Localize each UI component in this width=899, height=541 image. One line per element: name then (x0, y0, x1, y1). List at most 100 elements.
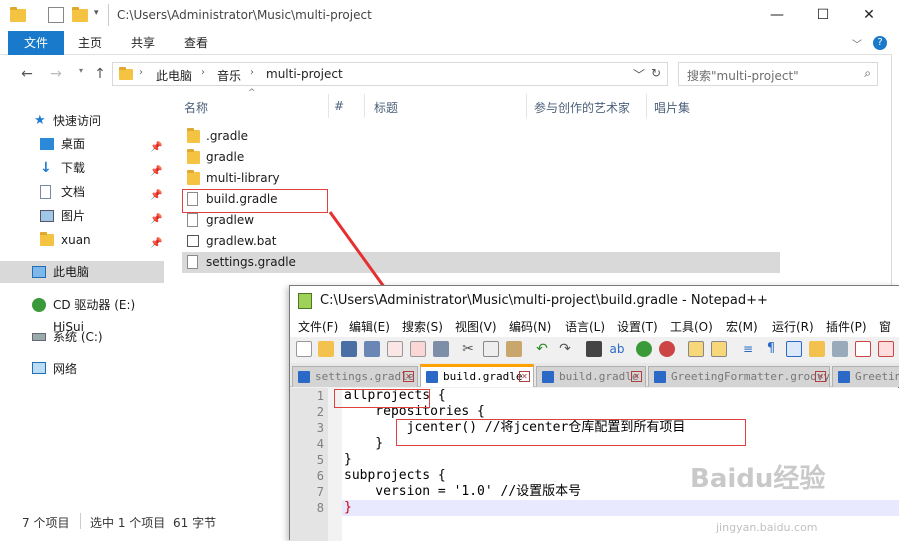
pin-icon[interactable]: 📌 (150, 137, 162, 159)
column-album[interactable]: 唱片集 (654, 99, 690, 116)
close-all-icon[interactable] (410, 341, 426, 357)
forward-arrow-icon[interactable]: → (47, 66, 65, 84)
close-icon[interactable]: ✕ (846, 0, 892, 31)
menu-view[interactable]: 视图(V) (455, 318, 497, 335)
column-divider[interactable] (526, 94, 527, 118)
nav-pictures[interactable]: 图片 📌 (0, 205, 164, 227)
new-file-icon[interactable] (296, 341, 312, 357)
undo-icon[interactable]: ↶ (534, 341, 550, 357)
tab-build-gradle-active[interactable]: build.gradle ✕ (420, 364, 534, 387)
sync-horizontal-icon[interactable] (711, 341, 727, 357)
recent-dropdown-icon[interactable]: ▾ (72, 66, 90, 84)
copy-icon[interactable] (483, 341, 499, 357)
address-dropdown-icon[interactable]: ﹀ (633, 66, 645, 83)
nav-network[interactable]: 网络 (0, 358, 164, 380)
close-tab-icon[interactable]: ✕ (519, 371, 530, 382)
maximize-icon[interactable]: ☐ (800, 0, 846, 31)
column-divider[interactable] (646, 94, 647, 118)
column-title[interactable]: 标题 (374, 99, 398, 116)
menu-plugins[interactable]: 插件(P) (826, 318, 867, 335)
tab-settings-gradle[interactable]: settings.gradle ✕ (292, 366, 418, 387)
column-number[interactable]: # (334, 99, 344, 113)
find-icon[interactable] (586, 341, 602, 357)
nav-xuan[interactable]: xuan 📌 (0, 229, 164, 251)
indent-guide-icon[interactable] (786, 341, 802, 357)
menu-run[interactable]: 运行(R) (772, 318, 814, 335)
zoom-in-icon[interactable] (636, 341, 652, 357)
nav-downloads[interactable]: ↓ 下载 📌 (0, 157, 164, 179)
tab-build-gradle[interactable]: build.gradle ✕ (536, 366, 646, 387)
nav-cd-drive[interactable]: CD 驱动器 (E:) HiSui (0, 294, 164, 334)
paste-icon[interactable] (506, 341, 522, 357)
column-divider[interactable] (364, 94, 365, 118)
zoom-out-icon[interactable] (659, 341, 675, 357)
word-wrap-icon[interactable]: ≡ (740, 341, 756, 357)
redo-icon[interactable]: ↷ (557, 341, 573, 357)
pin-icon[interactable]: 📌 (150, 233, 162, 255)
file-row[interactable]: gradlew (182, 210, 780, 231)
menu-language[interactable]: 语言(L) (565, 318, 605, 335)
pin-icon[interactable]: 📌 (150, 209, 162, 231)
expand-ribbon-icon[interactable]: ﹀ (852, 36, 862, 51)
column-name[interactable]: 名称 (184, 99, 208, 116)
refresh-icon[interactable]: ↻ (651, 66, 661, 80)
cut-icon[interactable]: ✂ (460, 341, 476, 357)
nav-desktop[interactable]: 桌面 📌 (0, 133, 164, 155)
pin-icon[interactable]: 📌 (150, 161, 162, 183)
pin-icon[interactable]: 📌 (150, 185, 162, 207)
menu-search[interactable]: 搜索(S) (402, 318, 443, 335)
nav-documents[interactable]: 文档 📌 (0, 181, 164, 203)
menu-macro[interactable]: 宏(M) (726, 318, 758, 335)
save-icon[interactable] (341, 341, 357, 357)
menu-file[interactable]: 文件(F) (298, 318, 338, 335)
file-row[interactable]: gradlew.bat (182, 231, 780, 252)
column-divider[interactable] (328, 94, 329, 118)
file-row-selected[interactable]: settings.gradle (182, 252, 780, 273)
column-artists[interactable]: 参与创作的艺术家 (534, 99, 630, 116)
tab-greeting-formatter[interactable]: GreetingFormatter.groovy ✕ (648, 366, 830, 387)
function-list-icon[interactable] (832, 341, 848, 357)
quick-access-dropdown-icon[interactable]: ▾ (94, 8, 99, 18)
nav-quick-access[interactable]: ★ 快速访问 (0, 110, 164, 132)
tab-home[interactable]: 主页 (66, 31, 114, 55)
file-row[interactable]: .gradle (182, 126, 780, 147)
fold-margin[interactable] (328, 388, 342, 541)
breadcrumb-this-pc[interactable]: 此电脑 (156, 67, 192, 84)
close-tab-icon[interactable]: ✕ (403, 371, 414, 382)
menu-edit[interactable]: 编辑(E) (349, 318, 390, 335)
address-box[interactable]: › 此电脑 › 音乐 › multi-project ﹀ ↻ (112, 62, 668, 86)
close-tab-icon[interactable]: ✕ (815, 371, 826, 382)
close-tab-icon[interactable]: ✕ (631, 371, 642, 382)
minimize-icon[interactable]: — (754, 0, 800, 31)
breadcrumb-music[interactable]: 音乐 (217, 67, 241, 84)
tab-file[interactable]: 文件 (8, 31, 64, 55)
search-icon[interactable]: ⌕ (864, 66, 871, 81)
tab-view[interactable]: 查看 (172, 31, 220, 55)
record-macro-icon[interactable] (855, 341, 871, 357)
up-arrow-icon[interactable]: ↑ (91, 66, 109, 84)
sync-vertical-icon[interactable] (688, 341, 704, 357)
doc-map-icon[interactable] (809, 341, 825, 357)
menu-settings[interactable]: 设置(T) (617, 318, 658, 335)
replace-icon[interactable]: ab (609, 341, 625, 357)
breadcrumb-multi-project[interactable]: multi-project (266, 67, 343, 81)
stop-macro-icon[interactable] (878, 341, 894, 357)
nav-system-drive[interactable]: 系统 (C:) (0, 326, 164, 348)
help-icon[interactable]: ? (873, 36, 887, 50)
file-row[interactable]: gradle (182, 147, 780, 168)
close-file-icon[interactable] (387, 341, 403, 357)
tab-share[interactable]: 共享 (119, 31, 167, 55)
nav-this-pc[interactable]: 此电脑 (0, 261, 164, 283)
menu-tools[interactable]: 工具(O) (670, 318, 713, 335)
back-arrow-icon[interactable]: ← (18, 66, 36, 84)
file-row[interactable]: multi-library (182, 168, 780, 189)
menu-encoding[interactable]: 编码(N) (509, 318, 551, 335)
print-icon[interactable] (433, 341, 449, 357)
tab-greeting[interactable]: Greeting (832, 366, 899, 387)
open-file-icon[interactable] (318, 341, 334, 357)
show-all-characters-icon[interactable]: ¶ (763, 341, 779, 357)
new-folder-icon[interactable] (72, 7, 88, 22)
properties-icon[interactable] (48, 7, 64, 23)
save-all-icon[interactable] (364, 341, 380, 357)
search-input[interactable]: 搜索"multi-project" ⌕ (678, 62, 878, 86)
